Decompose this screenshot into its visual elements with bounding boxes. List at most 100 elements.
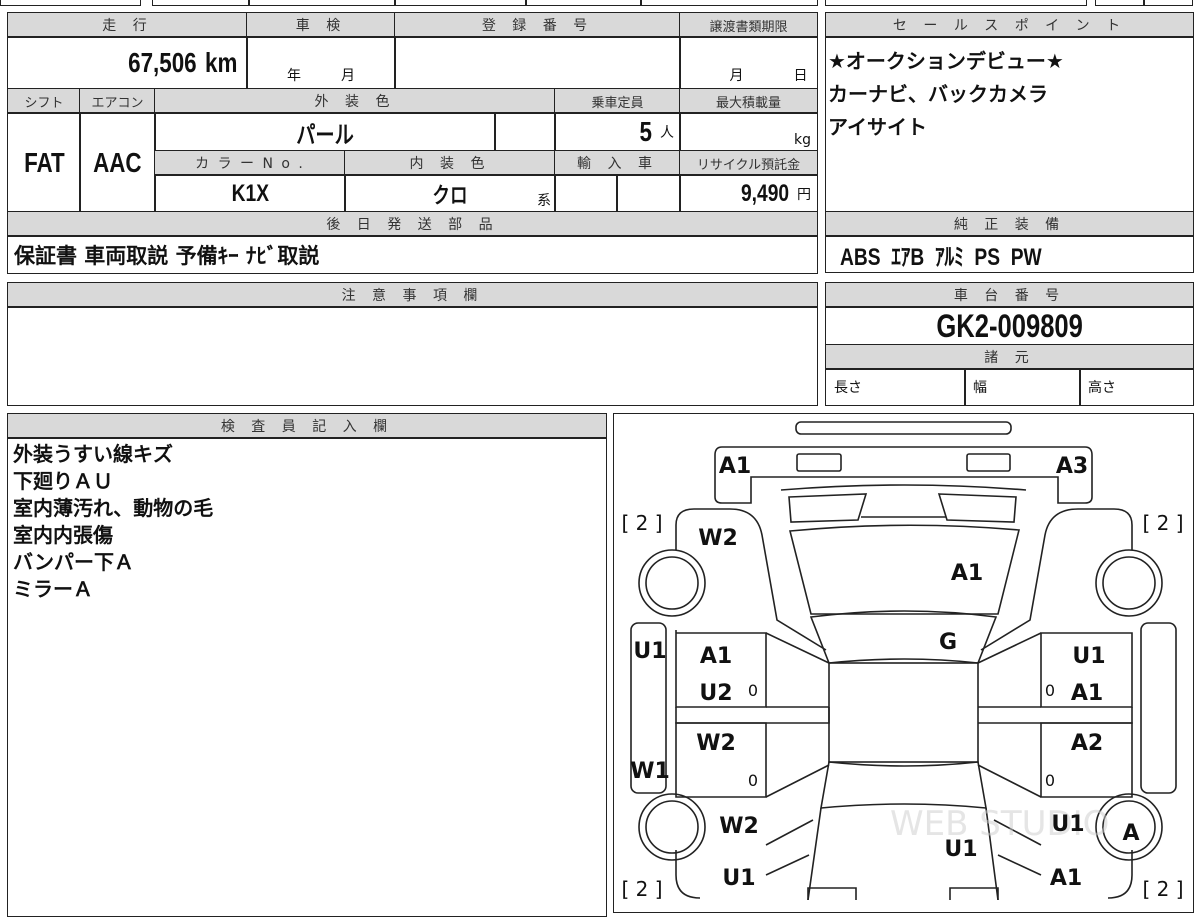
width-label: 幅 [973, 380, 987, 396]
max-load-unit: kg [794, 132, 811, 148]
length-cell: 長さ [825, 368, 966, 406]
sales-point-line: カーナビ、バックカメラ [828, 82, 1048, 106]
mark-rear-door-left-2: U2 [699, 681, 732, 706]
interior-color-value: クロ 系 [344, 174, 556, 213]
zero-mark: 0 [1045, 681, 1055, 700]
inspector-line: ミラーＡ [13, 577, 93, 601]
inspector-line: 室内内張傷 [13, 523, 113, 547]
max-load-value: kg [679, 112, 818, 152]
transfer-day: 日 [793, 68, 808, 84]
top-strip-cell [1143, 0, 1193, 6]
sales-point-body: ★オークションデビュー★ カーナビ、バックカメラ アイサイト [825, 36, 1194, 213]
aircon-header: エアコン [79, 88, 156, 114]
chassis-value: GK2-009809 [825, 306, 1194, 346]
mark-rocker-left-lower: W1 [630, 759, 670, 784]
notes-body [7, 306, 818, 406]
top-strip-cell [825, 0, 1087, 6]
mark-rocker-left: U1 [633, 639, 666, 664]
capacity-unit: 人 [660, 125, 674, 141]
top-strip-cell [525, 0, 642, 6]
mark-rear-door-right-1: U1 [1072, 644, 1105, 669]
registration-header: 登 録 番 号 [394, 12, 681, 38]
mark-hood: U1 [944, 837, 977, 862]
transfer-deadline-value: 月 日 [679, 36, 818, 90]
mileage-value: 67,506 km [7, 36, 248, 90]
later-parts-text: 保証書 車両取説 予備ｷｰ ﾅﾋﾞ取説 [14, 243, 320, 268]
shaken-year: 年 [287, 68, 301, 84]
interior-color-suffix: 系 [537, 193, 551, 209]
sales-point-line: アイサイト [828, 115, 927, 139]
mark-roof-front: G [939, 630, 957, 655]
color-no-text: K1X [231, 179, 269, 207]
exterior-color-extra [494, 112, 556, 152]
recycle-value: 9,490 円 [679, 174, 818, 213]
top-strip-cell [1095, 0, 1145, 6]
equipment-header: 純 正 装 備 [825, 211, 1194, 237]
mark-front-door-left: W2 [696, 731, 736, 756]
transfer-month: 月 [729, 68, 744, 84]
inspector-line: 室内薄汚れ、動物の毛 [13, 496, 214, 520]
shift-value: FAT [7, 112, 81, 213]
mark-fender-right: U1 [1051, 812, 1084, 837]
shaken-header: 車 検 [246, 12, 396, 38]
mark-fender-left: W2 [719, 814, 759, 839]
recycle-number: 9,490 [740, 179, 789, 207]
chassis-header: 車 台 番 号 [825, 282, 1194, 308]
tire-count-front-left: [ 2 ] [621, 877, 662, 900]
width-cell: 幅 [964, 368, 1081, 406]
zero-mark: 0 [748, 771, 758, 790]
capacity-number: 5 [639, 116, 653, 147]
recycle-unit: 円 [797, 186, 811, 203]
specs-header: 諸 元 [825, 344, 1194, 370]
shaken-value: 年 月 [246, 36, 396, 90]
max-load-header: 最大積載量 [679, 88, 818, 114]
zero-mark: 0 [1045, 771, 1055, 790]
notes-header: 注 意 事 項 欄 [7, 282, 818, 308]
sales-point-header: セ ー ル ス ポ イ ン ト [825, 12, 1194, 38]
equipment-value: ABS ｴｱB ｱﾙﾐ PS PW [825, 235, 1194, 273]
top-strip-cell [0, 0, 141, 6]
height-label: 高さ [1088, 380, 1116, 396]
inspector-header: 検 査 員 記 入 欄 [7, 413, 607, 439]
top-strip-cell [248, 0, 396, 6]
mark-front-left: U1 [722, 866, 755, 891]
equipment-text: ABS ｴｱB ｱﾙﾐ PS PW [840, 243, 1042, 271]
shaken-month: 月 [341, 68, 355, 84]
transfer-deadline-header: 譲渡書類期限 [679, 12, 818, 38]
mark-rear-glass: A1 [951, 561, 983, 586]
capacity-value: 5 人 [554, 112, 681, 152]
import-value-2 [616, 174, 681, 213]
mark-tire-front-right: A [1122, 821, 1139, 846]
interior-color-header: 内 装 色 [344, 150, 556, 176]
top-strip-cell [640, 0, 818, 6]
mileage-header: 走 行 [7, 12, 248, 38]
import-header: 輸 入 車 [554, 150, 681, 176]
top-strip-cell [152, 0, 250, 6]
exterior-color-text: パール [296, 121, 354, 149]
sales-point-line: ★オークションデビュー★ [828, 49, 1064, 73]
mark-rear-door-right-2: A1 [1071, 681, 1103, 706]
mark-rear-right: A3 [1056, 454, 1088, 479]
shift-text: FAT [23, 146, 65, 178]
tire-count-rear-right: [ 2 ] [1142, 511, 1183, 535]
exterior-color-value: パール [154, 112, 496, 152]
registration-value [394, 36, 681, 90]
mark-rear-left: A1 [719, 454, 751, 479]
mileage-unit: km [204, 47, 237, 78]
zero-mark: 0 [748, 681, 758, 700]
mark-rear-door-left-1: A1 [700, 644, 732, 669]
exterior-color-header: 外 装 色 [154, 88, 556, 114]
mark-front-door-right: A2 [1071, 731, 1103, 756]
mileage-number: 67,506 [128, 47, 197, 78]
later-parts-value: 保証書 車両取説 予備ｷｰ ﾅﾋﾞ取説 [7, 235, 818, 274]
length-label: 長さ [834, 380, 862, 396]
mark-front-right: A1 [1050, 866, 1082, 891]
color-no-header: カ ラ ー N o . [154, 150, 346, 176]
aircon-text: AAC [93, 146, 142, 178]
capacity-header: 乗車定員 [554, 88, 681, 114]
inspector-body: 外装うすい線キズ 下廻りＡＵ 室内薄汚れ、動物の毛 室内内張傷 バンパー下Ａ ミ… [7, 437, 607, 917]
car-damage-diagram: WEB STUDIO A1 A3 [ 2 ] [ 2 ] W2 A1 U1 G … [621, 421, 1184, 900]
shift-header: シフト [7, 88, 81, 114]
later-parts-header: 後 日 発 送 部 品 [7, 211, 818, 237]
import-value-1 [554, 174, 618, 213]
